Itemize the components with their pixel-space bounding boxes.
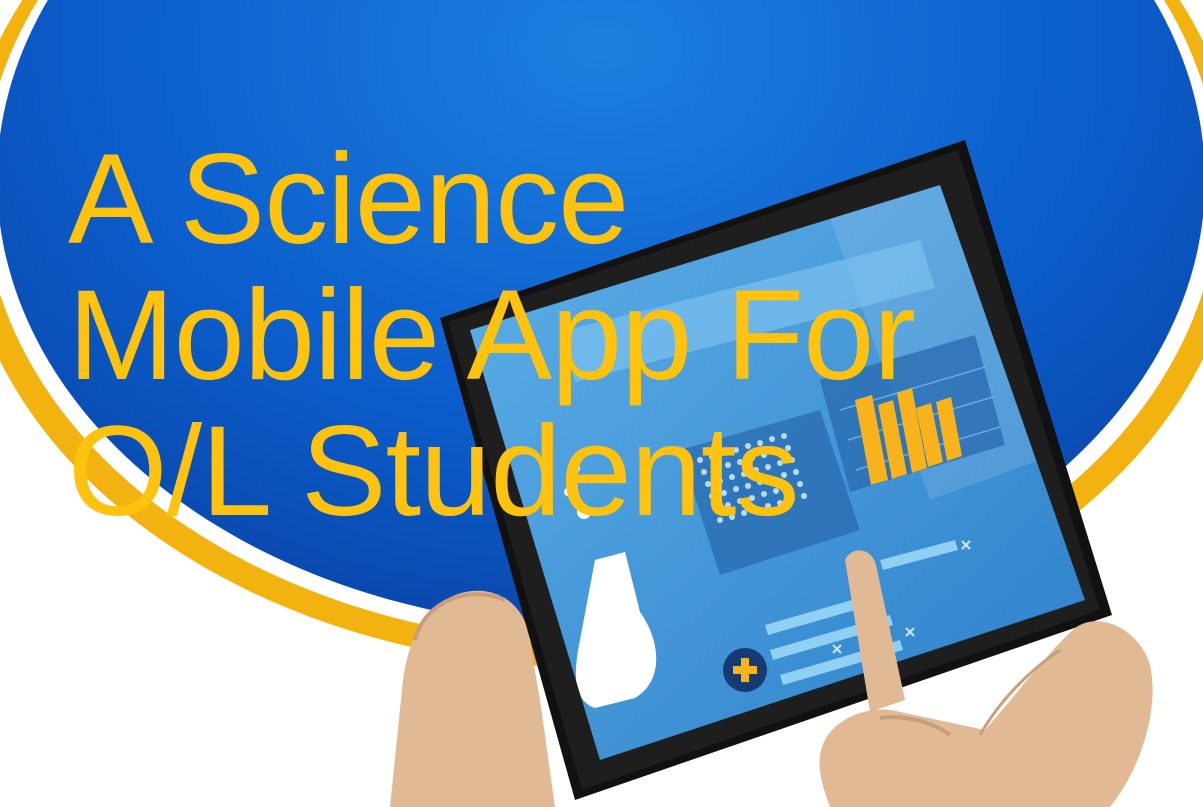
title-line-2: Mobile App For — [68, 264, 916, 407]
title-line-3: O/L Students — [68, 400, 799, 543]
plus-circle-icon — [723, 648, 767, 692]
slide: A Science Mobile App For O/L Students — [0, 0, 1203, 807]
slide-title: A Science Mobile App For O/L Students — [68, 128, 916, 543]
title-line-1: A Science — [68, 128, 629, 271]
